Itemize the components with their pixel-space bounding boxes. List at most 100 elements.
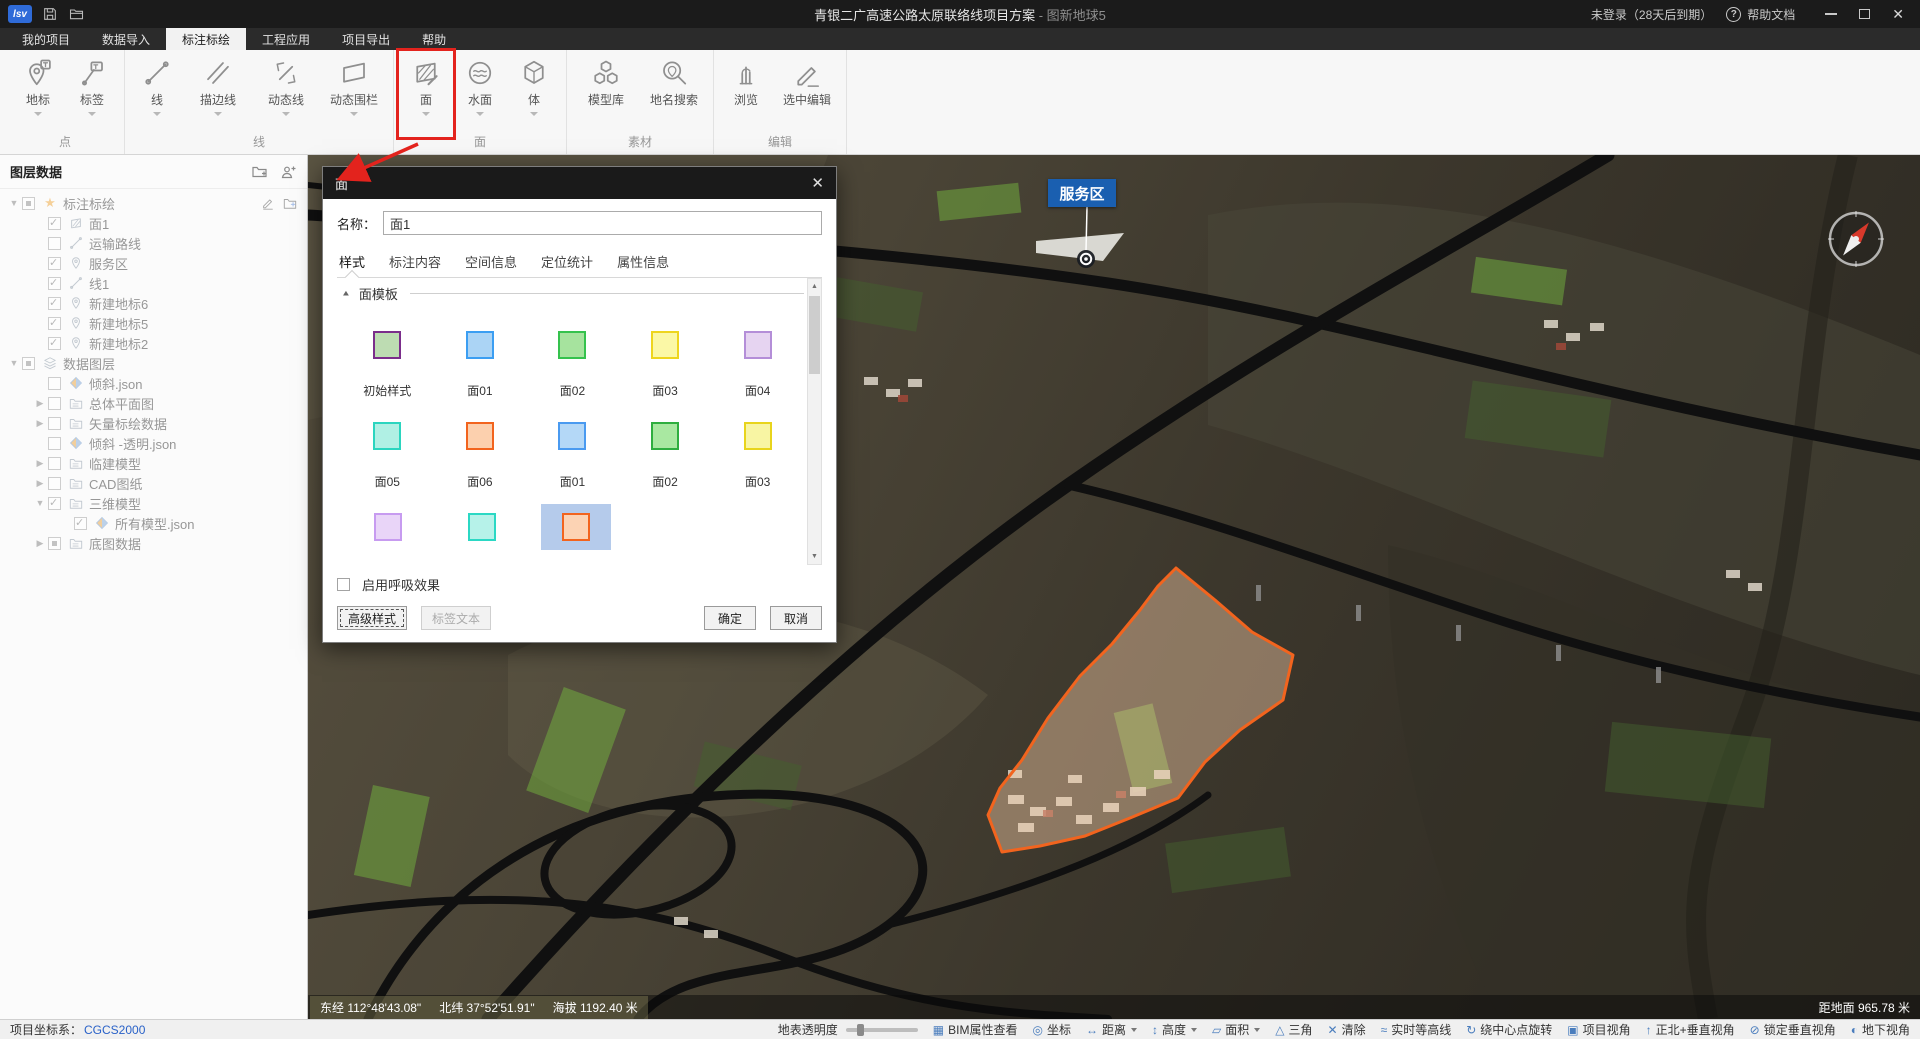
layer-label[interactable]: 新建地标6 <box>89 294 148 313</box>
ribbon-button-浏览[interactable]: 浏览 <box>722 54 770 130</box>
layer-visibility-checkbox[interactable] <box>22 197 35 210</box>
ribbon-button-水面[interactable]: 水面 <box>456 54 504 130</box>
swatch-color[interactable] <box>651 422 679 450</box>
layer-visibility-checkbox[interactable] <box>48 497 61 510</box>
statusbar-tool-三角[interactable]: △三角 <box>1275 1021 1312 1038</box>
chevron-down-icon[interactable] <box>214 112 222 116</box>
layer-visibility-checkbox[interactable] <box>48 237 61 250</box>
swatch[interactable] <box>744 413 772 459</box>
layer-tree-item-服务区[interactable]: 服务区 <box>0 253 307 273</box>
layer-visibility-checkbox[interactable] <box>48 297 61 310</box>
swatch-color[interactable] <box>374 513 402 541</box>
collapse-section-icon[interactable]: ▲ <box>341 289 351 298</box>
statusbar-tool-清除[interactable]: ✕清除 <box>1328 1021 1366 1038</box>
label-text-button[interactable]: 标签文本 <box>421 606 491 630</box>
swatch-color[interactable] <box>558 331 586 359</box>
statusbar-tool-项目视角[interactable]: ▣项目视角 <box>1567 1021 1630 1038</box>
layer-visibility-checkbox[interactable] <box>48 337 61 350</box>
chevron-down-icon[interactable] <box>1131 1028 1137 1032</box>
menu-tab-我的项目[interactable]: 我的项目 <box>6 28 86 50</box>
help-doc-link[interactable]: 帮助文档 <box>1747 6 1795 23</box>
layer-tree-item-新建地标2[interactable]: 新建地标2 <box>0 333 307 353</box>
help-icon[interactable]: ? <box>1726 7 1741 22</box>
template-swatch-面02[interactable]: 面02 <box>526 322 619 399</box>
swatch-color[interactable] <box>373 331 401 359</box>
menu-tab-项目导出[interactable]: 项目导出 <box>326 28 406 50</box>
dialog-title-bar[interactable]: 面 ✕ <box>323 167 836 199</box>
layer-visibility-checkbox[interactable] <box>48 377 61 390</box>
layer-tree-item-临建模型[interactable]: ▶临建模型 <box>0 453 307 473</box>
layer-label[interactable]: 临建模型 <box>89 454 141 473</box>
ribbon-button-描边线[interactable]: 描边线 <box>187 54 249 130</box>
template-swatch-面03[interactable]: 面03 <box>711 413 804 490</box>
layer-label[interactable]: 服务区 <box>89 254 128 273</box>
scroll-up-icon[interactable]: ▲ <box>808 279 821 294</box>
layer-label[interactable]: 倾斜 -透明.json <box>89 434 176 453</box>
template-swatch-面01[interactable]: 面01 <box>526 413 619 490</box>
swatch-color[interactable] <box>562 513 590 541</box>
statusbar-tool-正北+垂直视角[interactable]: ↑正北+垂直视角 <box>1646 1021 1735 1038</box>
layer-visibility-checkbox[interactable] <box>48 217 61 230</box>
layer-tree-item-总体平面图[interactable]: ▶总体平面图 <box>0 393 307 413</box>
swatch[interactable] <box>558 322 586 368</box>
swatch-color[interactable] <box>558 422 586 450</box>
statusbar-tool-实时等高线[interactable]: ≈实时等高线 <box>1381 1021 1452 1038</box>
layer-label[interactable]: 总体平面图 <box>89 394 154 413</box>
ribbon-button-模型库[interactable]: 模型库 <box>575 54 637 130</box>
layer-tree-item-数据图层[interactable]: ▼数据图层 <box>0 353 307 373</box>
scroll-thumb[interactable] <box>809 296 820 374</box>
menu-tab-数据导入[interactable]: 数据导入 <box>86 28 166 50</box>
layer-tree-item-矢量标绘数据[interactable]: ▶ 矢量标绘数据 <box>0 413 307 433</box>
advanced-style-button[interactable]: 高级样式 <box>337 606 407 630</box>
template-swatch-unnamed[interactable] <box>341 504 435 564</box>
layer-tree-item-新建地标5[interactable]: 新建地标5 <box>0 313 307 333</box>
swatch-color[interactable] <box>744 422 772 450</box>
template-swatch-unnamed[interactable] <box>529 504 623 564</box>
layer-tree-item-所有模型.json[interactable]: 所有模型.json <box>0 513 307 533</box>
edit-icon[interactable] <box>261 196 275 210</box>
layer-tree-item-倾斜 -透明.json[interactable]: 倾斜 -透明.json <box>0 433 307 453</box>
layer-label[interactable]: 矢量标绘数据 <box>89 414 167 433</box>
layer-label[interactable]: 标注标绘 <box>63 194 115 213</box>
layer-tree-item-线1[interactable]: 线1 <box>0 273 307 293</box>
dialog-tab-空间信息[interactable]: 空间信息 <box>463 246 519 277</box>
layer-visibility-checkbox[interactable] <box>48 437 61 450</box>
layer-tree-item-面1[interactable]: 面1 <box>0 213 307 233</box>
ribbon-button-标签[interactable]: 标签 <box>68 54 116 130</box>
layer-label[interactable]: 新建地标5 <box>89 314 148 333</box>
dialog-close-icon[interactable]: ✕ <box>811 174 824 192</box>
breath-effect-checkbox[interactable] <box>337 578 350 591</box>
layer-tree-item-标注标绘[interactable]: ▼★标注标绘 <box>0 193 307 213</box>
layer-visibility-checkbox[interactable] <box>48 257 61 270</box>
layer-visibility-checkbox[interactable] <box>48 397 61 410</box>
statusbar-tool-坐标[interactable]: ◎坐标 <box>1032 1021 1071 1038</box>
selected-swatch[interactable] <box>541 504 611 550</box>
dialog-tab-样式[interactable]: 样式 <box>337 246 367 277</box>
statusbar-tool-BIM属性查看[interactable]: ▦BIM属性查看 <box>933 1021 1018 1038</box>
tree-expand-icon[interactable]: ▶ <box>32 418 48 429</box>
open-folder-icon[interactable] <box>68 6 85 22</box>
chevron-down-icon[interactable] <box>1191 1028 1197 1032</box>
template-swatch-面03[interactable]: 面03 <box>619 322 712 399</box>
ribbon-button-地标[interactable]: 地标 <box>14 54 62 130</box>
chevron-down-icon[interactable] <box>34 112 42 116</box>
template-swatch-面01[interactable]: 面01 <box>434 322 527 399</box>
service-area-label[interactable]: 服务区 <box>1048 179 1116 207</box>
swatch-color[interactable] <box>651 331 679 359</box>
layer-tree-item-CAD图纸[interactable]: ▶CAD图纸 <box>0 473 307 493</box>
statusbar-tool-绕中心点旋转[interactable]: ↻绕中心点旋转 <box>1466 1021 1552 1038</box>
dialog-tab-属性信息[interactable]: 属性信息 <box>615 246 671 277</box>
ribbon-button-动态线[interactable]: 动态线 <box>255 54 317 130</box>
statusbar-tool-面积[interactable]: ▱面积 <box>1212 1021 1260 1038</box>
swatch[interactable] <box>373 322 401 368</box>
template-scrollbar[interactable]: ▲ ▼ <box>807 278 822 565</box>
chevron-down-icon[interactable] <box>1254 1028 1260 1032</box>
layer-visibility-checkbox[interactable] <box>74 517 87 530</box>
tree-collapse-icon[interactable]: ▼ <box>32 498 48 508</box>
layer-visibility-checkbox[interactable] <box>48 417 61 430</box>
chevron-down-icon[interactable] <box>282 112 290 116</box>
add-group-folder-icon[interactable] <box>251 164 268 180</box>
template-swatch-unnamed[interactable] <box>435 504 529 564</box>
layer-label[interactable]: 三维模型 <box>89 494 141 513</box>
layer-visibility-checkbox[interactable] <box>48 317 61 330</box>
